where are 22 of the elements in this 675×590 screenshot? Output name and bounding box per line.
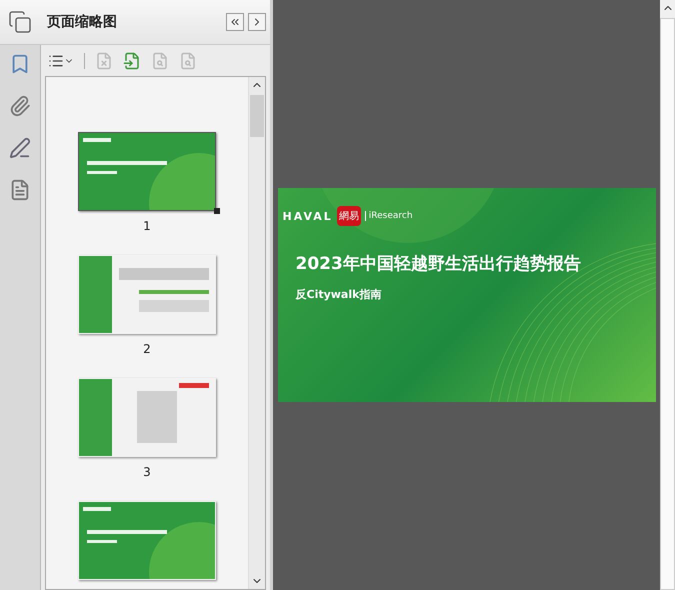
resize-handle[interactable]: [214, 208, 220, 214]
pages-icon: [8, 10, 32, 34]
list-icon[interactable]: [48, 53, 64, 69]
page-number: 3: [143, 465, 151, 479]
options-button[interactable]: [48, 53, 74, 69]
badge-logo: 網易: [336, 206, 361, 226]
page-number: 1: [143, 219, 151, 233]
double-chevron-left-icon[interactable]: [229, 16, 241, 28]
expand-button[interactable]: [248, 13, 266, 31]
scrollbar-thumb[interactable]: [250, 95, 264, 137]
scrollbar-thumb[interactable]: [660, 18, 675, 590]
document-icon[interactable]: [9, 179, 31, 201]
brand-logo: HAVAL: [282, 210, 333, 222]
insert-page-icon[interactable]: [123, 52, 141, 70]
slide-title: 2023年中国轻越野生活出行趋势报告: [296, 253, 582, 275]
page-number: 2: [143, 342, 151, 356]
panel-title: 页面缩略图: [46, 13, 118, 31]
collapse-button[interactable]: [226, 13, 244, 31]
paperclip-icon[interactable]: [9, 95, 31, 117]
partner-logo: iResearch: [364, 211, 413, 221]
slide-subtitle: 反Citywalk指南: [296, 287, 382, 302]
pen-icon[interactable]: [9, 137, 31, 159]
